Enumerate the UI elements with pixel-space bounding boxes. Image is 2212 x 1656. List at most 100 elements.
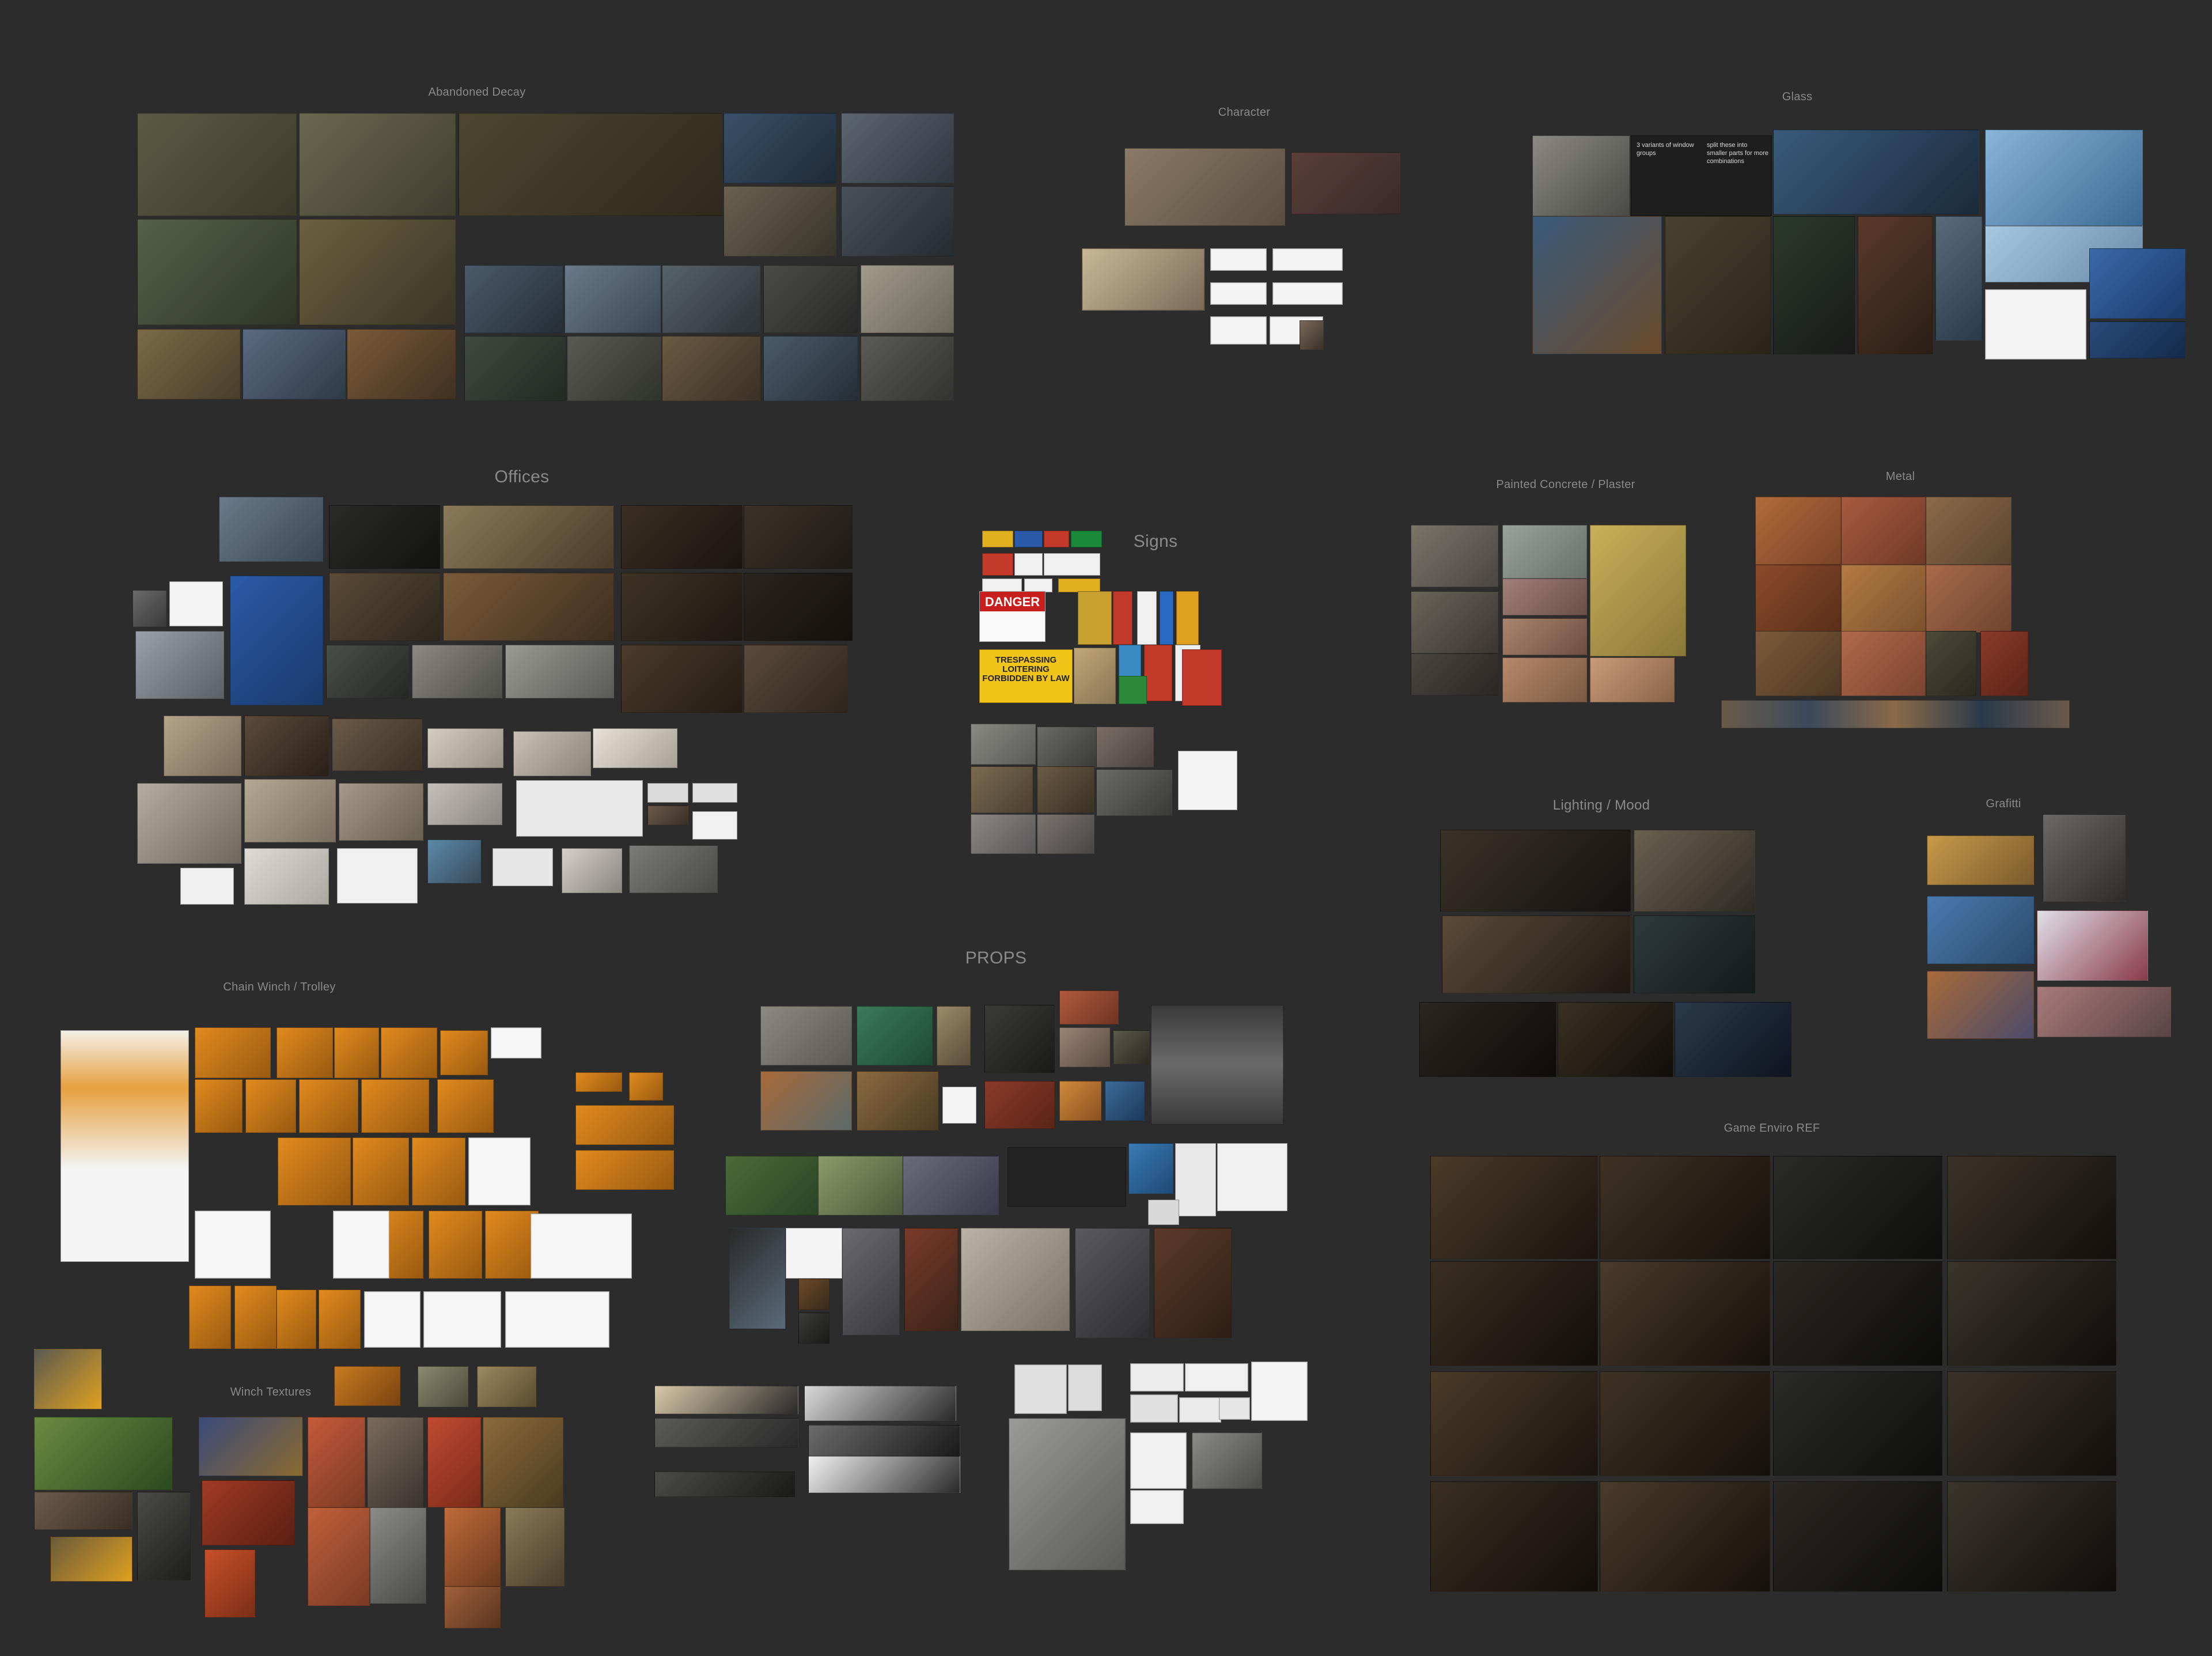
prop-photo[interactable] xyxy=(857,1006,933,1065)
mood-photo[interactable] xyxy=(1634,830,1755,912)
mood-photo[interactable] xyxy=(1442,916,1631,993)
winch-photo[interactable] xyxy=(429,1211,482,1279)
decay-photo[interactable] xyxy=(763,265,858,333)
graffiti-photo[interactable] xyxy=(2037,986,2171,1037)
prop-photo[interactable] xyxy=(904,1228,958,1331)
sign-photo[interactable] xyxy=(982,553,1013,576)
game-screenshot[interactable] xyxy=(1947,1156,2116,1259)
prop-photo[interactable] xyxy=(984,1005,1055,1073)
office-photo[interactable] xyxy=(647,806,688,825)
sign-photo[interactable] xyxy=(1024,579,1052,592)
office-photo[interactable] xyxy=(629,845,718,893)
evidence-photo[interactable] xyxy=(1037,727,1096,767)
sign-photo[interactable] xyxy=(1137,591,1157,645)
graffiti-photo[interactable] xyxy=(1927,896,2034,964)
game-screenshot[interactable] xyxy=(1773,1481,1942,1591)
sign-photo[interactable] xyxy=(1182,649,1222,706)
sunglasses-photo[interactable] xyxy=(1210,248,1267,271)
winch-photo[interactable] xyxy=(276,1290,316,1349)
hardware-photo[interactable] xyxy=(1130,1432,1187,1489)
prop-photo[interactable] xyxy=(1059,1081,1101,1121)
sign-photo[interactable] xyxy=(1014,531,1043,547)
glass-skylight-render[interactable] xyxy=(1985,289,2086,360)
office-photo[interactable] xyxy=(169,581,223,626)
office-photo[interactable] xyxy=(329,573,440,641)
prop-photo[interactable] xyxy=(725,1156,819,1215)
office-photo[interactable] xyxy=(443,505,613,569)
winch-photo[interactable] xyxy=(319,1290,361,1349)
knife-photo[interactable] xyxy=(654,1386,798,1414)
sign-photo[interactable] xyxy=(1119,676,1147,704)
glass-tunnel[interactable] xyxy=(2089,322,2186,358)
office-photo[interactable] xyxy=(692,783,737,803)
winch-texture[interactable] xyxy=(308,1507,370,1606)
sign-photo[interactable] xyxy=(1044,553,1100,576)
evidence-photo[interactable] xyxy=(971,724,1036,765)
winch-texture[interactable] xyxy=(204,1549,255,1617)
concrete-texture[interactable] xyxy=(1502,579,1587,615)
hardware-photo[interactable] xyxy=(1185,1363,1248,1392)
office-photo[interactable] xyxy=(135,631,224,699)
game-screenshot[interactable] xyxy=(1947,1481,2116,1591)
decay-photo[interactable] xyxy=(464,336,566,401)
winch-diagram[interactable] xyxy=(195,1211,271,1279)
sunglasses-photo[interactable] xyxy=(1210,282,1267,305)
office-photo[interactable] xyxy=(244,716,329,776)
office-photo[interactable] xyxy=(443,573,613,641)
decay-photo[interactable] xyxy=(459,113,722,216)
prop-photo[interactable] xyxy=(818,1156,903,1215)
winch-photo[interactable] xyxy=(353,1137,409,1205)
mood-photo[interactable] xyxy=(1675,1002,1791,1077)
winch-texture[interactable] xyxy=(477,1366,536,1407)
sign-photo[interactable] xyxy=(1074,648,1116,704)
game-screenshot[interactable] xyxy=(1430,1261,1598,1366)
evidence-photo[interactable] xyxy=(1037,814,1094,854)
metal-texture[interactable] xyxy=(1755,497,1841,565)
winch-photo[interactable] xyxy=(361,1079,429,1133)
office-photo[interactable] xyxy=(427,728,503,768)
sunglasses-photo[interactable] xyxy=(1210,316,1267,345)
office-photo[interactable] xyxy=(244,779,336,842)
office-photo[interactable] xyxy=(427,840,481,883)
sign-photo[interactable] xyxy=(1071,531,1102,547)
prop-photo[interactable] xyxy=(798,1279,830,1310)
hardware-photo[interactable] xyxy=(1192,1432,1262,1489)
winch-texture[interactable] xyxy=(418,1366,468,1407)
prop-photo[interactable] xyxy=(1059,990,1119,1024)
office-photo[interactable] xyxy=(164,716,241,776)
sign-photo[interactable] xyxy=(1058,579,1100,592)
hardware-photo[interactable] xyxy=(1219,1397,1250,1420)
winch-photo[interactable] xyxy=(440,1030,488,1075)
prop-photo[interactable] xyxy=(1113,1030,1150,1064)
decay-photo[interactable] xyxy=(724,186,836,256)
concrete-texture[interactable] xyxy=(1502,525,1587,579)
character-turnaround[interactable] xyxy=(1124,148,1285,226)
game-screenshot[interactable] xyxy=(1600,1481,1770,1591)
moodboard-canvas[interactable]: Abandoned Decay Character Glass Offices Sign… xyxy=(0,0,2212,1656)
office-photo[interactable] xyxy=(513,731,591,776)
decay-photo[interactable] xyxy=(464,265,563,333)
hardware-photo[interactable] xyxy=(1009,1418,1126,1570)
knife-photo[interactable] xyxy=(804,1386,956,1421)
winch-diagram[interactable] xyxy=(531,1213,632,1279)
winch-photo[interactable] xyxy=(575,1105,674,1145)
winch-diagram[interactable] xyxy=(423,1291,501,1348)
evidence-photo[interactable] xyxy=(1037,766,1094,813)
prop-photo[interactable] xyxy=(961,1228,1070,1331)
winch-texture[interactable] xyxy=(202,1480,295,1545)
winch-texture[interactable] xyxy=(51,1537,132,1582)
mood-photo[interactable] xyxy=(1558,1002,1673,1077)
decay-photo[interactable] xyxy=(861,265,954,333)
decay-photo[interactable] xyxy=(841,113,954,183)
winch-photo[interactable] xyxy=(245,1079,296,1133)
knife-photo[interactable] xyxy=(808,1456,960,1493)
graffiti-photo[interactable] xyxy=(2043,814,2126,902)
glass-tall-window[interactable] xyxy=(1773,216,1855,354)
metal-strip[interactable] xyxy=(1721,700,2070,728)
game-screenshot[interactable] xyxy=(1430,1371,1598,1476)
winch-texture[interactable] xyxy=(505,1507,565,1586)
glass-skylight-2[interactable] xyxy=(1985,130,2143,226)
game-screenshot[interactable] xyxy=(1947,1371,2116,1476)
glass-window-frame[interactable] xyxy=(1858,216,1933,354)
prop-photo[interactable] xyxy=(798,1313,830,1344)
